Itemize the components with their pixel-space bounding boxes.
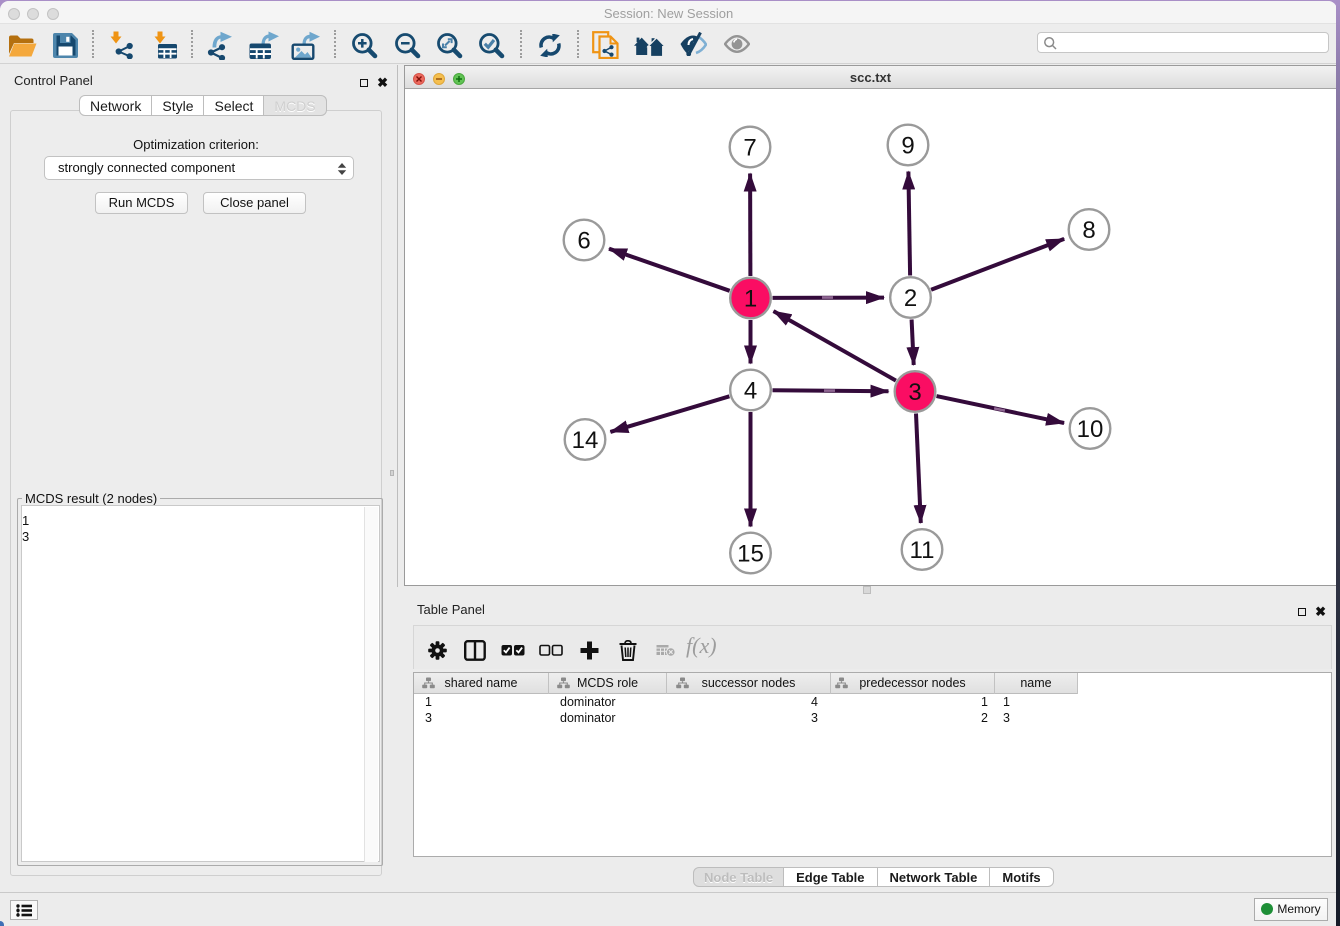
svg-text:14: 14: [572, 427, 599, 454]
svg-text:4: 4: [744, 378, 757, 405]
svg-text:10: 10: [1077, 416, 1104, 443]
svg-text:11: 11: [910, 537, 935, 564]
svg-text:8: 8: [1082, 217, 1095, 244]
svg-text:2: 2: [904, 285, 917, 312]
svg-text:15: 15: [737, 541, 764, 568]
svg-text:7: 7: [743, 135, 756, 162]
svg-text:9: 9: [901, 133, 914, 160]
svg-text:1: 1: [744, 286, 757, 313]
svg-text:3: 3: [908, 379, 921, 406]
svg-text:6: 6: [577, 228, 590, 255]
